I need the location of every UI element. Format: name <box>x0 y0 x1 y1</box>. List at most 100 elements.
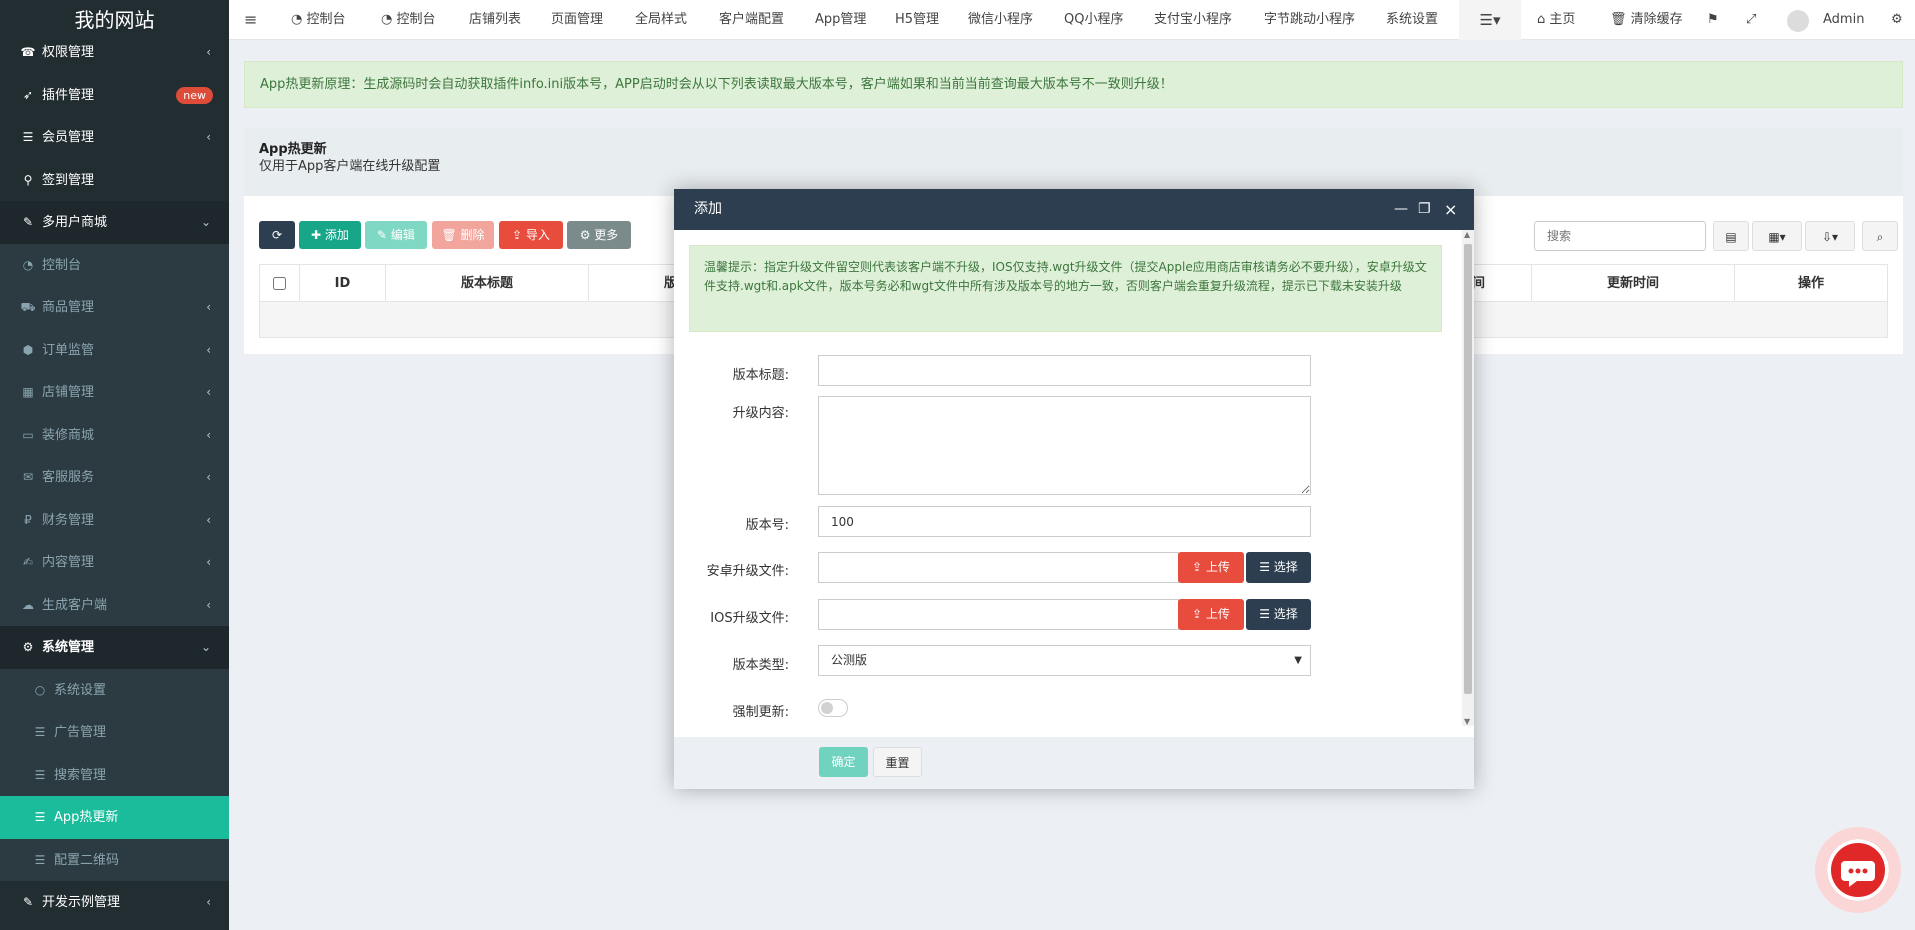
column-update-time[interactable]: 更新时间 <box>1532 265 1735 303</box>
sidebar-item-app-hotupdate[interactable]: ☰ App热更新 <box>0 796 229 839</box>
search-icon[interactable]: ⌕ <box>1862 221 1898 251</box>
nav-global-style[interactable]: 全局样式 <box>635 0 687 40</box>
columns-icon[interactable]: ▦▾ <box>1752 221 1802 251</box>
chevron-left-icon: ‹ <box>206 512 211 527</box>
delete-button[interactable]: 🗑 删除 <box>432 221 494 249</box>
upgrade-content-textarea[interactable] <box>818 396 1311 495</box>
nav-app-manage[interactable]: App管理 <box>815 0 866 40</box>
chat-float-button[interactable] <box>1815 827 1901 913</box>
sidebar-item-system[interactable]: ⚙ 系统管理 ⌄ <box>0 626 229 669</box>
more-menu-icon[interactable]: ☰▾ <box>1459 0 1521 40</box>
nav-dashboard-2[interactable]: ◔ 控制台 <box>381 0 436 40</box>
sidebar-item-goods[interactable]: ⛟ 商品管理 ‹ <box>0 286 229 329</box>
gear-icon: ⚙ <box>579 228 595 242</box>
cart-icon: ⛟ <box>20 300 36 314</box>
android-file-input[interactable] <box>818 552 1179 583</box>
sidebar-item-members[interactable]: ☰ 会员管理 ‹ <box>0 116 229 159</box>
scroll-up-icon[interactable]: ▲ <box>1464 230 1470 239</box>
confirm-button[interactable]: 确定 <box>819 747 868 777</box>
archive-icon: ▦ <box>22 385 34 399</box>
sidebar-item-search[interactable]: ☰ 搜索管理 <box>0 753 229 796</box>
sidebar-item-plugins[interactable]: ➶ 插件管理 new <box>0 74 229 117</box>
avatar[interactable] <box>1787 10 1809 32</box>
sidebar-item-orders[interactable]: ⬢ 订单监管 ‹ <box>0 328 229 371</box>
android-upload-button[interactable]: ⇪ 上传 <box>1178 552 1244 583</box>
nav-qq-miniprogram[interactable]: QQ小程序 <box>1064 0 1123 40</box>
nav-shop-list[interactable]: 店铺列表 <box>469 0 521 40</box>
ios-file-input[interactable] <box>818 599 1179 630</box>
android-choose-button[interactable]: ☰ 选择 <box>1246 552 1311 583</box>
modal-scrollbar[interactable]: ▲ ▼ <box>1462 230 1474 726</box>
add-button[interactable]: ✚ 添加 <box>299 221 361 249</box>
nav-alipay-miniprogram[interactable]: 支付宝小程序 <box>1154 0 1232 40</box>
sidebar-item-service[interactable]: ✉ 客服服务 ‹ <box>0 456 229 499</box>
sidebar-item-generate-client[interactable]: ☁ 生成客户端 ‹ <box>0 583 229 626</box>
refresh-button[interactable]: ⟳ <box>259 221 295 249</box>
selected-value: 公测版 <box>831 653 868 667</box>
sidebar-item-label: 生成客户端 <box>42 597 108 613</box>
sidebar-item-content[interactable]: ✍ 内容管理 ‹ <box>0 541 229 584</box>
maximize-icon[interactable]: ❐ <box>1418 189 1431 230</box>
modal-title: 添加 <box>694 201 722 217</box>
scrollbar-thumb[interactable] <box>1464 244 1472 694</box>
nav-h5-manage[interactable]: H5管理 <box>895 0 939 40</box>
minimize-icon[interactable]: — <box>1394 189 1408 230</box>
upload-icon: ⇪ <box>1192 560 1206 574</box>
select-all-checkbox[interactable] <box>273 277 286 290</box>
nav-dashboard-1[interactable]: ◔ 控制台 <box>291 0 346 40</box>
more-button[interactable]: ⚙ 更多 <box>567 221 631 249</box>
close-icon[interactable]: × <box>1444 189 1457 230</box>
toggle-view-icon[interactable]: ▤ <box>1713 221 1749 251</box>
column-id[interactable]: ID <box>300 265 386 303</box>
sidebar-item-qrcode[interactable]: ☰ 配置二维码 <box>0 838 229 881</box>
version-type-select[interactable]: 公测版 ▼ <box>818 645 1311 676</box>
nav-home[interactable]: ⌂ 主页 <box>1537 0 1575 40</box>
nav-bytedance-miniprogram[interactable]: 字节跳动小程序 <box>1264 0 1355 40</box>
nav-label: 清除缓存 <box>1630 12 1683 27</box>
column-time[interactable]: 间 <box>1472 265 1532 303</box>
gears-icon[interactable]: ⚙ <box>1891 0 1903 40</box>
scroll-down-icon[interactable]: ▼ <box>1464 717 1470 726</box>
import-button[interactable]: ⇪ 导入 <box>499 221 563 249</box>
side-menu: ☎ 权限管理 ‹ ➶ 插件管理 new ☰ 会员管理 ‹ ⚲ 签到管理 ✎ 多用户商城 ⌄ ◔ 控制… <box>0 31 229 924</box>
language-icon[interactable]: ⚑ <box>1707 0 1719 40</box>
sidebar-item-dashboard[interactable]: ◔ 控制台 <box>0 243 229 286</box>
sidebar-item-label: 控制台 <box>42 257 82 273</box>
version-number-input[interactable] <box>818 506 1311 537</box>
sidebar-item-multi-mall[interactable]: ✎ 多用户商城 ⌄ <box>0 201 229 244</box>
clear-cache-button[interactable]: 🗑 清除缓存 <box>1610 0 1683 40</box>
sidebar-item-decorate[interactable]: ▭ 装修商城 ‹ <box>0 413 229 456</box>
version-title-label: 版本标题: <box>732 368 789 383</box>
tip-alert: 温馨提示：指定升级文件留空则代表该客户端不升级，IOS仅支持.wgt升级文件（提… <box>689 245 1442 332</box>
sidebar-item-label: App热更新 <box>54 810 119 825</box>
chevron-left-icon: ‹ <box>206 895 211 909</box>
ios-upload-button[interactable]: ⇪ 上传 <box>1178 599 1244 630</box>
nav-label: 控制台 <box>396 12 436 27</box>
fullscreen-icon[interactable]: ⤢ <box>1746 0 1756 40</box>
export-icon[interactable]: ⇩▾ <box>1805 221 1855 251</box>
ios-choose-button[interactable]: ☰ 选择 <box>1246 599 1311 630</box>
nav-wechat-miniprogram[interactable]: 微信小程序 <box>968 0 1033 40</box>
force-update-toggle[interactable] <box>818 699 848 717</box>
reset-button[interactable]: 重置 <box>873 747 922 777</box>
sidebar-item-label: 店铺管理 <box>42 385 95 400</box>
nav-system-settings[interactable]: 系统设置 <box>1386 0 1438 40</box>
select-all-cell <box>260 265 300 303</box>
sidebar-item-signin[interactable]: ⚲ 签到管理 <box>0 159 229 202</box>
version-title-input[interactable] <box>818 355 1311 386</box>
user-name[interactable]: Admin <box>1823 0 1864 40</box>
search-input[interactable] <box>1534 221 1706 251</box>
nav-client-config[interactable]: 客户端配置 <box>719 0 784 40</box>
column-version-title[interactable]: 版本标题 <box>386 265 589 303</box>
nav-page-manage[interactable]: 页面管理 <box>551 0 603 40</box>
gear-icon: ⚙ <box>22 640 34 654</box>
sidebar-item-ads[interactable]: ☰ 广告管理 <box>0 711 229 754</box>
edit-button[interactable]: ✎ 编辑 <box>365 221 427 249</box>
sidebar-toggle-icon[interactable]: ≡ <box>244 0 257 40</box>
sidebar-item-dev-examples[interactable]: ✎ 开发示例管理 ‹ <box>0 881 229 924</box>
sidebar-item-finance[interactable]: ₽ 财务管理 ‹ <box>0 498 229 541</box>
sidebar-item-shops[interactable]: ▦ 店铺管理 ‹ <box>0 371 229 414</box>
list-icon: ☰ <box>34 852 46 867</box>
brand-logo[interactable]: 我的网站 <box>0 0 229 40</box>
sidebar-item-system-settings[interactable]: ○ 系统设置 <box>0 668 229 711</box>
